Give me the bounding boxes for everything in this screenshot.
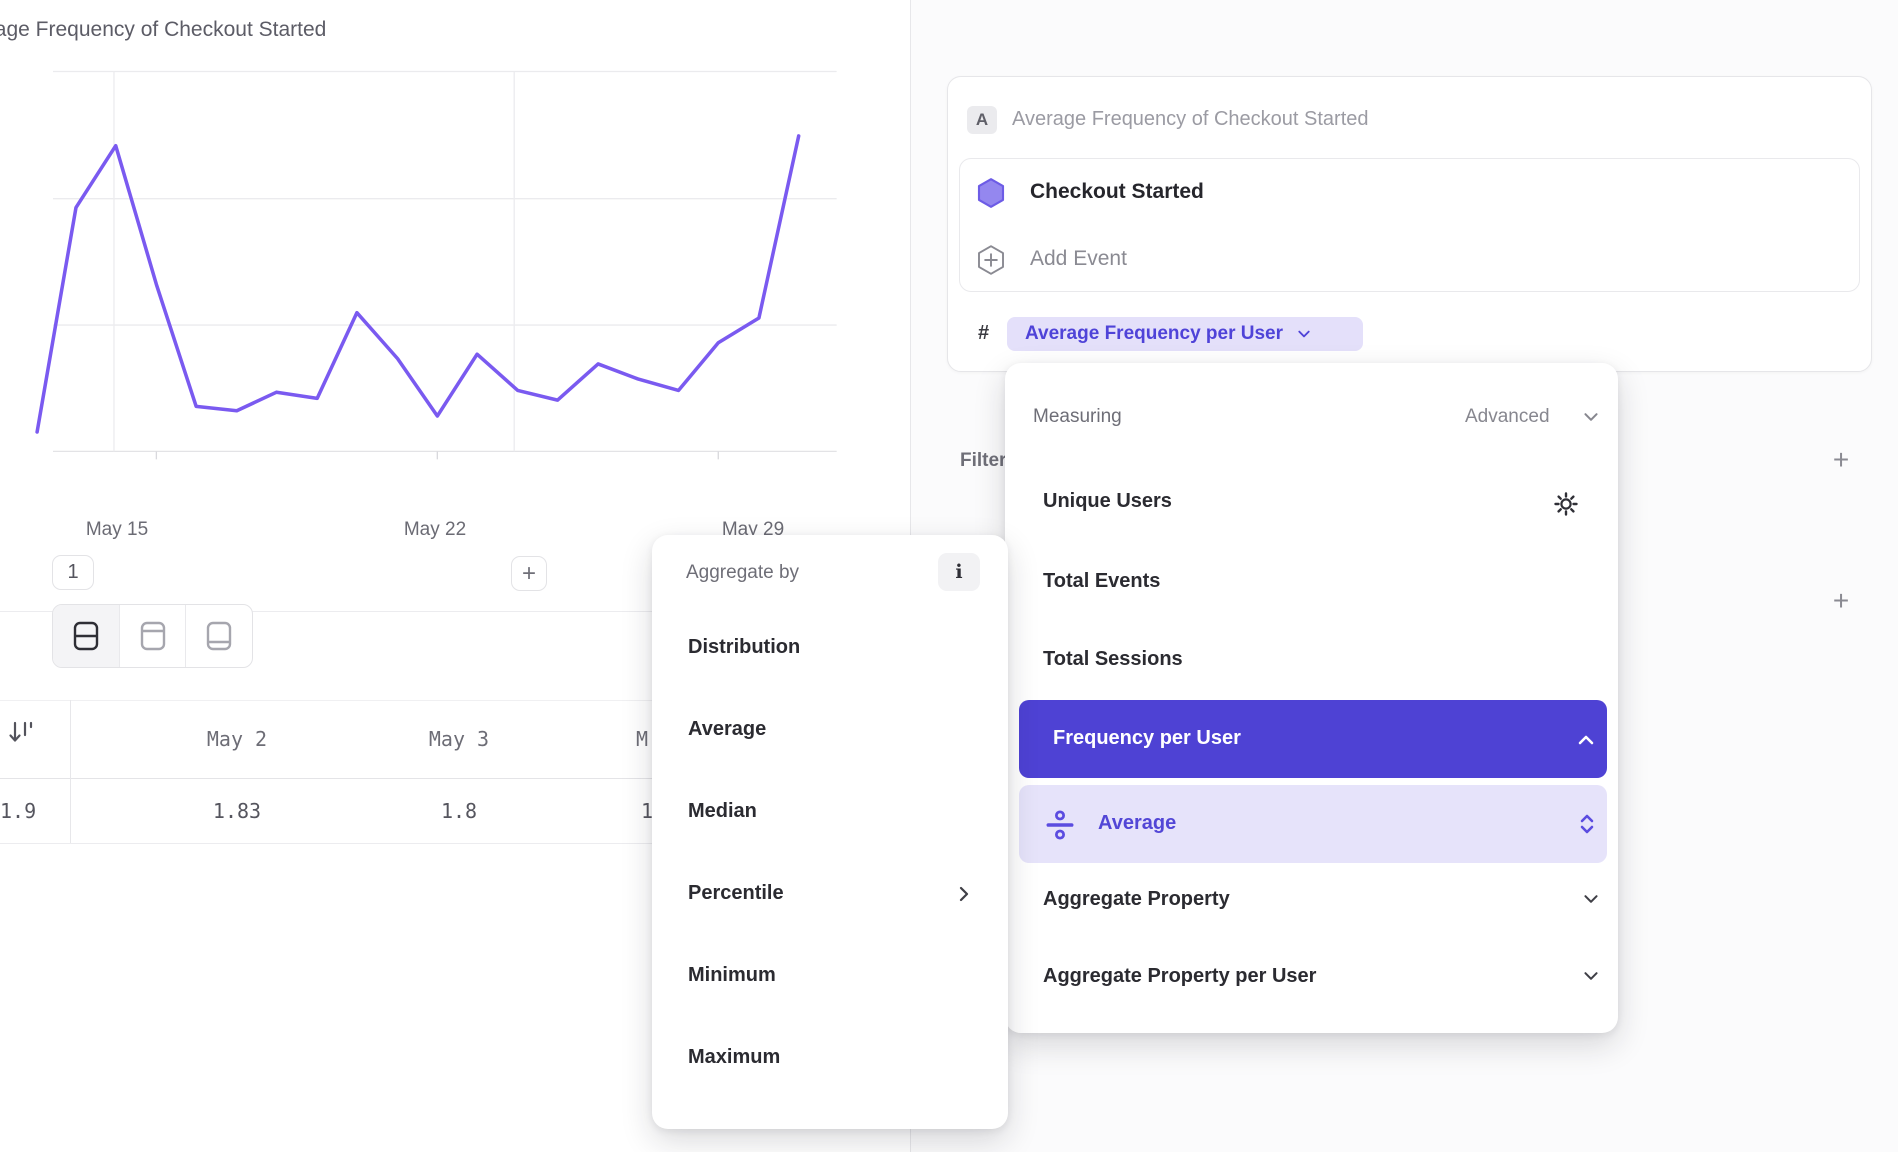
menu-item-median[interactable]: Median [688, 800, 757, 823]
menu-item-unique-users[interactable]: Unique Users [1043, 490, 1172, 513]
menu-item-percentile[interactable]: Percentile [688, 882, 784, 905]
metric-title-input[interactable]: Average Frequency of Checkout Started [1012, 108, 1369, 131]
chevron-up-icon [1572, 726, 1600, 754]
gear-icon[interactable] [1552, 490, 1580, 518]
layout-top-panel-icon[interactable] [119, 605, 186, 667]
menu-item-aggregate-property[interactable]: Aggregate Property [1043, 888, 1230, 911]
menu-item-total-events[interactable]: Total Events [1043, 570, 1160, 593]
measuring-menu [1005, 363, 1618, 1033]
add-annotation-button[interactable]: + [511, 556, 547, 591]
aggregate-by-header: Aggregate by [686, 562, 799, 584]
chevron-down-icon[interactable] [1578, 404, 1604, 430]
aggregate-by-menu [652, 535, 1008, 1129]
chart-series-line[interactable] [37, 136, 799, 432]
layout-toggle-group[interactable] [52, 604, 253, 668]
measurement-dropdown[interactable]: Average Frequency per User [1007, 317, 1363, 351]
chevron-down-icon [1293, 323, 1315, 345]
menu-item-minimum[interactable]: Minimum [688, 964, 776, 987]
divide-average-icon [1043, 808, 1077, 842]
sort-icon[interactable] [6, 717, 36, 747]
menu-item-total-sessions[interactable]: Total Sessions [1043, 648, 1183, 671]
table-header-may2[interactable]: May 2 [207, 727, 267, 751]
add-filter-button[interactable]: + [1824, 443, 1858, 477]
add-event-icon[interactable] [974, 243, 1008, 277]
menu-item-average-label: Average [1098, 812, 1176, 835]
x-tick-may22: May 22 [404, 519, 466, 541]
metrics-heading: Metrics [955, 0, 1036, 5]
measurement-hash-icon: # [978, 322, 989, 345]
menu-item-aggregate-property-per-user[interactable]: Aggregate Property per User [1043, 965, 1316, 988]
chevron-down-icon[interactable] [1578, 886, 1604, 912]
table-header-may3[interactable]: May 3 [429, 727, 489, 751]
menu-item-frequency-per-user-label: Frequency per User [1053, 727, 1241, 750]
measuring-menu-header: Measuring [1033, 406, 1122, 428]
table-cell: 1.83 [213, 799, 261, 823]
plus-icon: + [522, 560, 536, 588]
layout-bottom-panel-icon[interactable] [185, 605, 252, 667]
add-breakdown-button[interactable]: + [1824, 584, 1858, 618]
advanced-toggle[interactable]: Advanced [1465, 406, 1550, 428]
table-header-truncated[interactable]: M [636, 727, 648, 751]
add-event-button[interactable]: Add Event [1030, 247, 1127, 271]
chevron-up-down-icon [1572, 809, 1602, 839]
menu-item-average[interactable]: Average [688, 718, 766, 741]
chevron-down-icon[interactable] [1578, 963, 1604, 989]
chart-title: Average Frequency of Checkout Started [0, 18, 430, 52]
event-name[interactable]: Checkout Started [1030, 180, 1204, 204]
metric-letter-badge: A [967, 106, 997, 134]
menu-item-distribution[interactable]: Distribution [688, 636, 800, 659]
menu-item-maximum[interactable]: Maximum [688, 1046, 780, 1069]
layout-split-horizontal-icon[interactable] [53, 605, 119, 667]
table-cell: 1.9 [0, 799, 36, 823]
table-cell: 1.8 [441, 799, 477, 823]
chevron-right-icon [950, 880, 978, 908]
event-card [959, 158, 1860, 292]
line-chart [0, 60, 910, 515]
event-hexagon-icon [974, 176, 1008, 210]
info-icon[interactable]: i [938, 553, 980, 591]
table-column-divider [70, 700, 71, 843]
interval-input[interactable]: 1 [52, 555, 94, 590]
x-tick-may15: May 15 [86, 519, 148, 541]
